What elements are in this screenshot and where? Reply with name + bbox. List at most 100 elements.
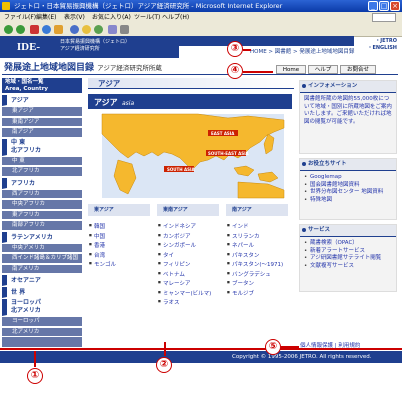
country-link[interactable]: インドネシア [158,222,196,230]
southeast-asia-label[interactable]: SOUTH-EAST ASIA [208,151,250,156]
country-link[interactable]: マレーシア [158,279,190,287]
sidebar-item-6[interactable]: 北アフリカ [2,167,82,177]
forward-icon[interactable] [16,25,25,34]
country-link[interactable]: シンガポール [158,241,196,249]
country-link[interactable]: タイ [158,251,174,259]
asia-map[interactable]: アジア asia EAST ASIA SOUTH-EAST ASIA SOUTH… [88,94,292,200]
country-link[interactable]: インド [227,222,248,230]
country-link[interactable]: フィリピン [158,260,190,268]
country-link[interactable]: 香港 [89,241,105,249]
country-link[interactable]: 韓国 [89,222,105,230]
sidebar-item-18[interactable]: ヨーロッパ 北アメリカ [2,299,82,316]
search-icon[interactable] [70,25,79,34]
sidebar-item-1[interactable]: 東アジア [2,107,82,117]
panel-link[interactable]: 国会図書館地図資料 [304,182,392,190]
annotation-5: ⑤ [265,339,281,355]
sidebar-item-14[interactable]: 西インド諸島＆カリブ諸国 [2,254,82,264]
jetro-link[interactable]: ・JETRO [354,38,397,45]
refresh-icon[interactable] [42,25,51,34]
mail-icon[interactable] [108,25,117,34]
org-name-line1: 日本貿易振興機構（ジェトロ） [60,39,131,45]
panel-link[interactable]: 文献複写サービス [304,263,392,271]
footer-rule [0,348,402,350]
sidebar-item-5[interactable]: 中 東 [2,156,82,166]
annotation-1-arrow [34,351,36,367]
ide-jetro-logo[interactable]: IDE-JETRO [0,36,57,75]
country-link[interactable]: パキスタン [227,251,259,259]
sidebar-item-19[interactable]: ヨーロッパ [2,317,82,327]
annotation-5-arrow [281,346,299,348]
panel-link[interactable]: 蔵書検索（OPAC） [304,240,392,248]
country-link[interactable]: カンボジア [158,232,190,240]
back-icon[interactable] [4,25,13,34]
history-icon[interactable] [94,25,103,34]
column-heading: 東南アジア [157,204,219,216]
stop-icon[interactable] [30,25,39,34]
country-link[interactable]: ミャンマー(ビルマ) [158,289,211,297]
annotation-1: ① [27,368,43,384]
sidebar-item-13[interactable]: 中央アメリカ [2,243,82,253]
window-title: ジェトロ・日本貿易振興機構（ジェトロ）アジア経済研究所 - Microsoft … [14,2,283,10]
country-link[interactable]: ブータン [227,279,254,287]
window-titlebar: ジェトロ・日本貿易振興機構（ジェトロ）アジア経済研究所 - Microsoft … [0,0,402,12]
services-list: 蔵書検索（OPAC）新着アラートサービスアジ研図書館サテライト閲覧文献複写サービ… [300,237,396,273]
sidebar-item-2[interactable]: 東南アジア [2,117,82,127]
print-icon[interactable] [120,25,129,34]
favorites-icon[interactable] [82,25,91,34]
sidebar-item-4[interactable]: 中 東 北アフリカ [2,138,82,156]
country-link[interactable]: 中国 [89,232,105,240]
panel-link[interactable]: Googlemap [304,174,392,182]
menu-help[interactable]: ヘルプ(H) [162,12,189,23]
menu-file[interactable]: ファイル(F) [4,12,36,23]
contact-button[interactable]: お問合せ [340,65,376,74]
country-link[interactable]: ネパール [227,241,254,249]
sidebar-item-20[interactable]: 北アメリカ [2,327,82,337]
country-link[interactable]: 台湾 [89,251,105,259]
sidebar-heading-ja: 地域・国名一覧 [5,79,44,85]
country-link[interactable]: バングラデシュ [227,270,271,278]
annotation-2: ② [156,357,172,373]
map-title: アジア [94,98,118,107]
panel-link[interactable]: 特殊地図 [304,197,392,205]
column-south-asia: 南アジア インドスリランカネパールパキスタンパキスタン(～1971) バングラデシ… [226,204,290,356]
menu-favorites[interactable]: お気に入り(A) [92,12,131,23]
breadcrumb[interactable]: HOME > 図書館 > 発展途上地域地図目録 [250,47,398,55]
sidebar-item-17[interactable]: 世 界 [2,287,82,298]
sidebar-item-8[interactable]: 西アフリカ [2,189,82,199]
country-link[interactable]: モンゴル [89,260,116,268]
menu-tools[interactable]: ツール(T) [134,12,160,23]
annotation-3-arrow [243,49,251,51]
menu-edit[interactable]: 編集(E) [36,12,56,23]
sidebar-item-9[interactable]: 中央アフリカ [2,200,82,210]
sidebar-item-12[interactable]: ラテンアメリカ [2,231,82,243]
sidebar-item-11[interactable]: 南部アフリカ [2,221,82,231]
footer-bar: Copyright © 1995-2006 JETRO. All rights … [0,351,402,363]
sidebar-item-0[interactable]: アジア [2,95,82,106]
panel-link[interactable]: 新着アラートサービス [304,248,392,256]
useful-sites-heading: お役立ちサイト [300,159,396,171]
home-button[interactable]: Home [276,65,306,74]
sidebar-item-3[interactable]: 南アジア [2,128,82,138]
maximize-button[interactable]: □ [379,1,389,11]
home-icon[interactable] [54,25,63,34]
country-link[interactable]: ベトナム [158,270,185,278]
minimize-button[interactable]: _ [368,1,378,11]
ie-icon [2,2,10,10]
country-link[interactable]: モルジブ [227,289,254,297]
close-button[interactable]: × [390,1,400,11]
panel-link[interactable]: 世界分布図センター 地図資料 [304,189,392,197]
page-subtitle: アジア経済研究所所蔵 [97,64,162,72]
east-asia-label[interactable]: EAST ASIA [211,131,235,136]
panel-link[interactable]: アジ研図書館サテライト閲覧 [304,255,392,263]
sidebar-item-15[interactable]: 南アメリカ [2,264,82,274]
country-link[interactable]: ラオス [158,298,179,306]
help-button[interactable]: ヘルプ [308,65,338,74]
south-asia-label[interactable]: SOUTH ASIA [167,167,195,172]
info-panel: インフォメーション 図書館所蔵の地図約55,000枚について地域・国別に所蔵地図… [299,80,397,154]
sidebar-item-10[interactable]: 東アフリカ [2,210,82,220]
country-link[interactable]: パキスタン(～1971) [227,260,283,268]
country-link[interactable]: スリランカ [227,232,259,240]
sidebar-item-16[interactable]: オセアニア [2,275,82,286]
sidebar-item-7[interactable]: アフリカ [2,177,82,189]
menu-view[interactable]: 表示(V) [64,12,85,23]
